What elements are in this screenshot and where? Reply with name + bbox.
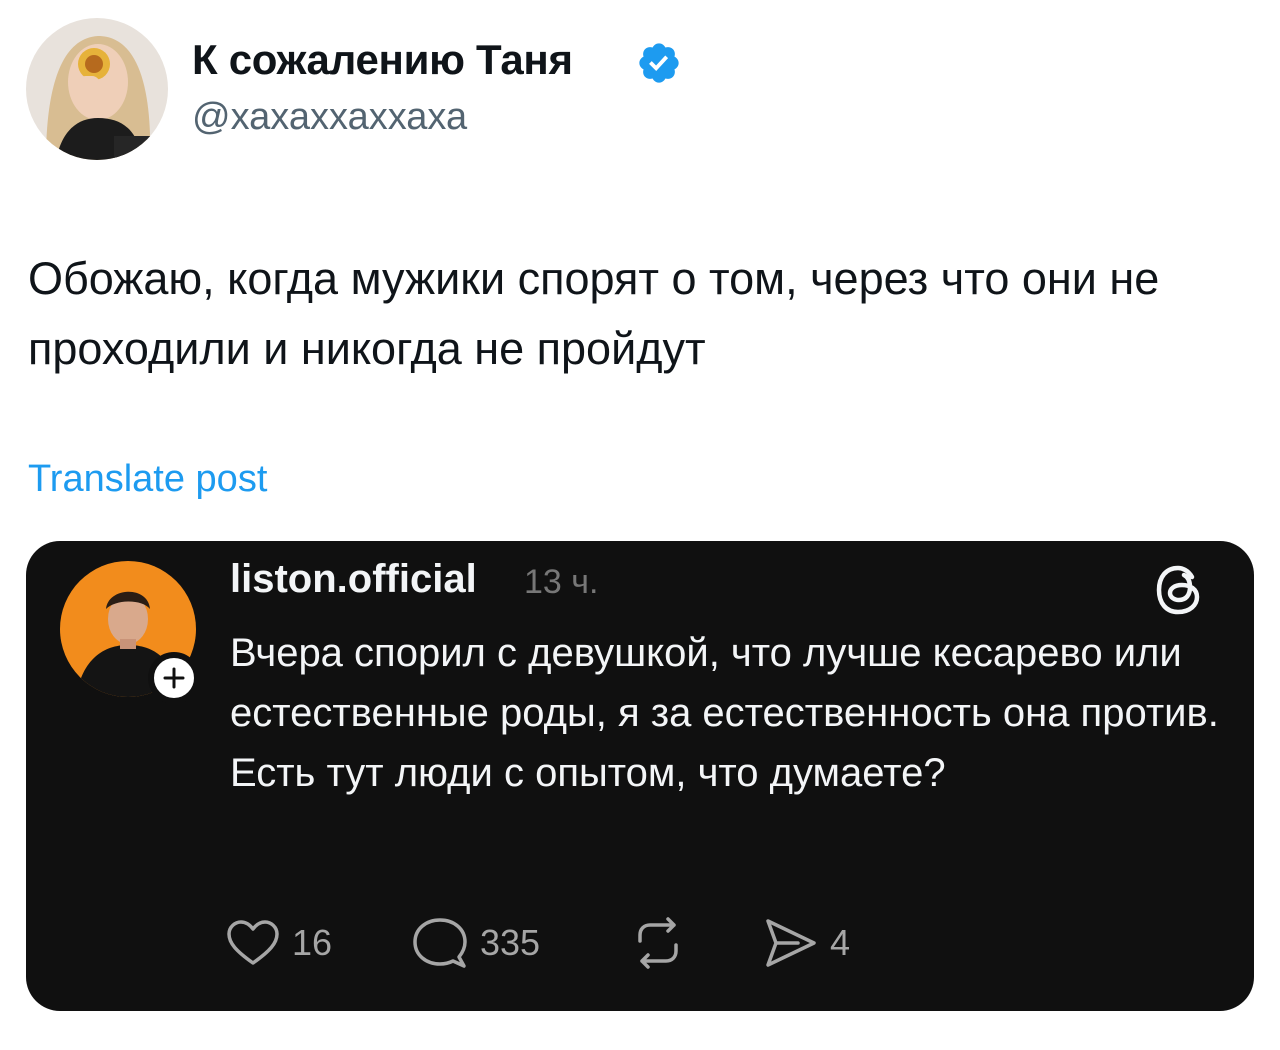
follow-plus-button[interactable] (148, 652, 200, 704)
embedded-username[interactable]: liston.official (230, 557, 477, 602)
embedded-post-text: Вчера спорил с девушкой, что лучше кесар… (230, 631, 1219, 795)
reply-count: 335 (480, 922, 541, 963)
tweet-page: К сожалению Таня @хахаххаххаха Обожаю, к… (0, 0, 1280, 1050)
tweet-text: Обожаю, когда мужики спорят о том, через… (28, 253, 1160, 374)
translate-post-link[interactable]: Translate post (28, 458, 267, 501)
embedded-threads-post[interactable]: liston.official 13 ч. Вчера спорил с дев… (26, 541, 1254, 1011)
repost-icon (638, 917, 678, 969)
verified-badge-icon (636, 40, 682, 86)
reply-button[interactable]: 335 (412, 913, 540, 973)
heart-icon (227, 920, 279, 965)
like-count: 16 (292, 922, 333, 963)
like-button[interactable]: 16 (226, 913, 332, 973)
comment-icon (413, 918, 467, 968)
share-count: 4 (830, 922, 851, 963)
author-avatar[interactable] (26, 18, 168, 160)
author-display-name[interactable]: К сожалению Таня (192, 36, 573, 84)
author-handle[interactable]: @хахаххаххаха (192, 96, 467, 139)
threads-icon (1152, 563, 1206, 617)
repost-button[interactable] (630, 913, 686, 973)
embedded-post-time: 13 ч. (524, 563, 599, 601)
send-icon (766, 919, 816, 967)
share-button[interactable]: 4 (764, 913, 850, 973)
